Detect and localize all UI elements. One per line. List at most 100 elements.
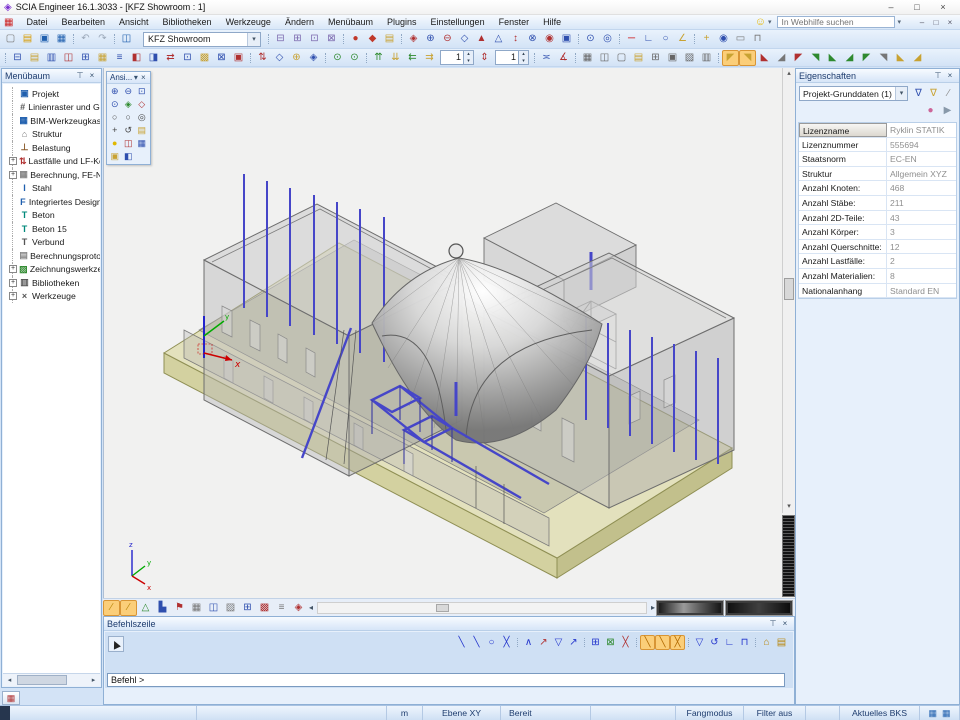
cursor-mode-button[interactable]: ▶ [108,636,124,652]
expand-icon[interactable] [9,144,17,152]
view-settings-icon[interactable]: ▣ [108,150,122,163]
clip-plane-icon[interactable]: ▦ [135,137,149,150]
viewport-horizontal-scrollbar[interactable] [317,602,647,614]
zoom-in-icon[interactable]: ⊕ [108,85,122,98]
expand-icon[interactable] [9,184,17,192]
menutree-item[interactable]: ⇅ Lastfälle und LF-Kombinatio [5,155,100,169]
scroll-down-icon[interactable]: ▾ [783,501,795,513]
report-icon[interactable]: ▥ [698,50,715,66]
align-icon[interactable]: ⊠ [213,50,230,66]
teamwork-icon[interactable]: ● [347,31,364,47]
mirror-icon[interactable]: ◫ [60,50,77,66]
expand-icon[interactable] [9,103,17,111]
snap-polar-icon[interactable]: ╲ [655,635,670,650]
paint-icon[interactable]: + [698,31,715,47]
pan-icon[interactable]: + [108,124,122,137]
minimize-button[interactable]: – [878,1,904,14]
find-icon[interactable]: ⊙ [329,50,346,66]
menu-item[interactable]: Menübaum [321,15,380,30]
copy-icon[interactable]: ▤ [26,50,43,66]
axis-angle-icon[interactable]: ∡ [555,50,572,66]
snap-ortho-icon[interactable]: ╲ [640,635,655,650]
results-icon[interactable]: △ [137,600,154,616]
scroll-left-icon[interactable]: ◂ [3,674,16,686]
expand-icon[interactable] [9,279,17,287]
zoom-window-icon[interactable]: ⊡ [135,85,149,98]
column-icon[interactable]: ▲ [473,31,490,47]
reverse-icon[interactable]: ⇄ [162,50,179,66]
hscroll-thumb[interactable] [436,604,449,612]
menutree-item[interactable]: T Beton [5,209,100,223]
property-row[interactable]: Lizenzname Ryklin STATIK [799,123,956,138]
menutree-item[interactable]: ▥ Bibliotheken [5,276,100,290]
snap-circle-icon[interactable]: ○ [484,635,499,650]
zoom-selection-icon[interactable]: ⊙ [108,98,122,111]
expand-icon[interactable] [9,225,17,233]
menu-item[interactable]: Bearbeiten [54,15,112,30]
plate-icon[interactable]: ⊖ [439,31,456,47]
load-icon[interactable]: ↕ [507,31,524,47]
multicopy-icon[interactable]: ▥ [43,50,60,66]
paste-special-icon[interactable]: ⊠ [323,31,340,47]
table-view-icon[interactable]: ▩ [256,600,273,616]
select-icon[interactable]: ⊙ [582,31,599,47]
extend-icon[interactable]: ◨ [145,50,162,66]
scales-icon[interactable]: ◫ [205,600,222,616]
copy-to-project-icon[interactable]: ⊟ [272,31,289,47]
scale-spinner-2[interactable]: 1 ▴▾ [495,50,529,65]
property-label[interactable]: Lizenznummer [799,138,887,152]
menutree-item[interactable]: ▦ Berechnung, FE-Netz [5,168,100,182]
expand-icon[interactable] [9,198,17,206]
trim-icon[interactable]: ◧ [128,50,145,66]
property-row[interactable]: Anzahl Lastfälle: 2 [799,254,956,269]
property-label[interactable]: Lizenzname [799,123,887,137]
magnifier-window-icon[interactable]: ○ [108,111,122,124]
copy-from-project-icon[interactable]: ⊞ [289,31,306,47]
snap-endpoint-icon[interactable]: ↗ [536,635,551,650]
palette-dropdown-icon[interactable]: ▾ [132,73,139,82]
property-value[interactable]: 211 [887,196,956,210]
property-label[interactable]: Anzahl Querschnitte: [799,240,887,254]
filter-off-icon[interactable]: ∇ [926,86,941,101]
menu-item[interactable]: Ansicht [112,15,156,30]
property-value[interactable]: 12 [887,240,956,254]
hscroll-left-icon[interactable]: ◂ [307,603,315,612]
property-label[interactable]: Anzahl Stäbe: [799,196,887,210]
snap-line2-icon[interactable]: ╲ [469,635,484,650]
activity-story-icon[interactable]: ◢ [841,50,858,66]
disconnect-icon[interactable]: ◇ [271,50,288,66]
mdi-close-button[interactable]: × [943,16,957,29]
clip-box-icon[interactable]: ◫ [122,137,136,150]
vertical-scroll-thumb[interactable] [784,278,794,300]
pin-icon[interactable]: ⊤ [767,619,779,628]
spinner-down-icon[interactable]: ▾ [519,58,528,65]
scale-spinner-1-value[interactable]: 1 [440,50,464,65]
viewport-3d[interactable]: x y z y x Ansi... ▾ × ⊕⊖⊡⊙◈◇○○◎+↺▤●◫▦ [103,68,795,598]
scroll-track[interactable] [16,674,87,686]
pin-icon[interactable]: ⊤ [74,71,86,80]
ucs-icon[interactable]: ▦ [926,708,940,719]
hscroll-right-icon[interactable]: ▸ [649,603,657,612]
menutree-item[interactable]: ▦ BIM-Werkzeugkasten [5,114,100,128]
property-value[interactable]: 555694 [887,138,956,152]
gallery-icon[interactable]: ▣ [664,50,681,66]
property-label[interactable]: Anzahl Lastfälle: [799,254,887,268]
command-input[interactable]: Befehl > [107,673,785,687]
property-value[interactable]: Ryklin STATIK [887,123,956,137]
snap-plane-icon[interactable]: ▽ [692,635,707,650]
coordinate-system-button[interactable]: ▦ [2,691,20,705]
snap-mode-segment[interactable]: Fangmodus [676,706,744,720]
mdi-restore-button[interactable]: □ [929,16,943,29]
combobox-caret-icon[interactable]: ▾ [247,33,260,46]
property-row[interactable]: Staatsnorm EC-EN [799,152,956,167]
property-value[interactable]: 468 [887,181,956,195]
node-icon[interactable]: ◈ [405,31,422,47]
line-icon[interactable]: ─ [623,31,640,47]
help-dropdown-icon[interactable]: ▾ [768,18,772,26]
paste-icon[interactable]: ⊡ [306,31,323,47]
scroll-thumb[interactable] [17,675,67,685]
property-row[interactable]: Nationalanhang Standard EN [799,284,956,299]
break-icon[interactable]: ▩ [196,50,213,66]
property-value[interactable]: 3 [887,225,956,239]
filter-segment[interactable]: Filter aus [744,706,806,720]
